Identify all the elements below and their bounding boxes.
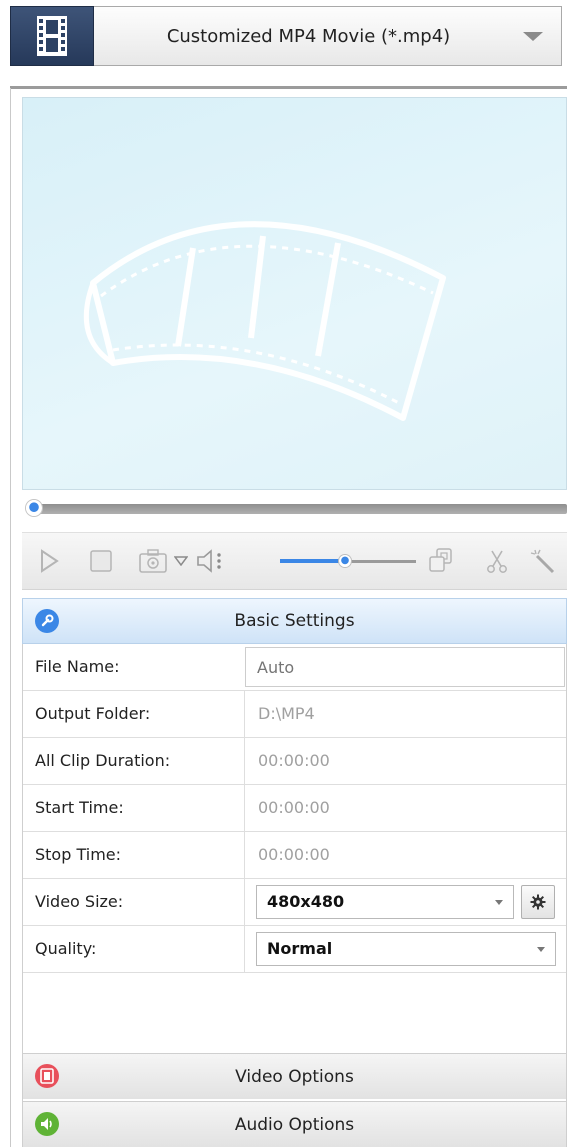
seek-handle[interactable]	[26, 500, 42, 516]
file-name-label: File Name:	[35, 657, 120, 676]
volume-handle[interactable]	[339, 555, 352, 567]
quality-row: Quality: Normal	[23, 926, 566, 973]
chevron-down-icon	[495, 900, 503, 905]
video-film-icon	[35, 1064, 59, 1088]
settings-panel: Basic Settings File Name: Output Folder:…	[22, 598, 567, 1147]
format-dropdown[interactable]: Customized MP4 Movie (*.mp4)	[94, 6, 562, 66]
volume-icon	[197, 549, 221, 573]
video-size-row: Video Size: 480x480	[23, 879, 566, 926]
seek-area	[22, 490, 567, 532]
stop-time-row: Stop Time: 00:00:00	[23, 832, 566, 879]
audio-speaker-icon	[35, 1112, 59, 1136]
dropdown-icon	[174, 556, 188, 566]
merge-icon	[429, 548, 452, 572]
effect-wand-icon	[530, 549, 555, 574]
play-icon	[41, 549, 59, 573]
gear-icon	[530, 894, 546, 910]
divider	[244, 832, 245, 878]
video-options-title: Video Options	[235, 1066, 354, 1087]
format-selector[interactable]: Customized MP4 Movie (*.mp4)	[10, 6, 562, 66]
divider	[244, 785, 245, 831]
stop-icon	[90, 550, 112, 572]
chevron-down-icon	[537, 947, 545, 952]
video-size-label: Video Size:	[35, 892, 124, 911]
video-size-value: 480x480	[267, 892, 345, 911]
stop-button[interactable]	[88, 547, 114, 575]
play-button[interactable]	[36, 547, 62, 575]
file-name-input[interactable]	[245, 647, 565, 687]
snapshot-button[interactable]	[136, 547, 170, 575]
divider	[244, 738, 245, 784]
divider	[244, 879, 245, 925]
chevron-down-icon[interactable]	[523, 31, 543, 41]
start-time-value[interactable]: 00:00:00	[258, 785, 330, 831]
output-folder-label: Output Folder:	[35, 704, 151, 723]
quality-dropdown[interactable]: Normal	[256, 932, 556, 966]
film-strip-watermark-icon	[83, 221, 446, 421]
seek-bar[interactable]	[30, 504, 567, 514]
divider	[10, 86, 567, 89]
basic-settings-title: Basic Settings	[234, 611, 355, 631]
cut-button[interactable]	[482, 547, 512, 575]
all-clip-duration-value: 00:00:00	[258, 751, 330, 770]
panel-border	[10, 88, 11, 1147]
video-preview	[22, 97, 567, 490]
quality-value: Normal	[267, 939, 333, 958]
output-folder-row: Output Folder: D:\MP4	[23, 691, 566, 738]
video-options-header[interactable]: Video Options	[23, 1053, 566, 1099]
wrench-icon	[35, 609, 59, 633]
volume-slider-fill	[280, 559, 346, 563]
stop-time-value[interactable]: 00:00:00	[258, 832, 330, 878]
video-size-dropdown[interactable]: 480x480	[256, 885, 514, 919]
film-icon[interactable]	[10, 6, 94, 66]
file-name-row: File Name:	[23, 644, 566, 691]
mute-button[interactable]	[194, 547, 230, 575]
start-time-row: Start Time: 00:00:00	[23, 785, 566, 832]
divider	[244, 926, 245, 972]
start-time-label: Start Time:	[35, 798, 124, 817]
divider	[244, 691, 245, 737]
stop-time-label: Stop Time:	[35, 845, 122, 864]
output-folder-value[interactable]: D:\MP4	[258, 691, 315, 737]
snapshot-options-button[interactable]	[172, 547, 190, 575]
all-clip-duration-row: All Clip Duration: 00:00:00	[23, 738, 566, 785]
cut-icon	[487, 550, 507, 573]
snapshot-icon	[139, 549, 167, 573]
playback-toolbar	[22, 532, 567, 590]
effect-button[interactable]	[528, 547, 558, 575]
audio-options-header[interactable]: Audio Options	[23, 1101, 566, 1147]
all-clip-duration-label: All Clip Duration:	[35, 751, 171, 770]
audio-options-title: Audio Options	[234, 1114, 355, 1135]
basic-settings-header[interactable]: Basic Settings	[22, 598, 567, 644]
quality-label: Quality:	[35, 939, 97, 958]
format-label: Customized MP4 Movie (*.mp4)	[166, 25, 451, 47]
video-size-settings-button[interactable]	[521, 885, 555, 919]
merge-button[interactable]	[426, 547, 456, 575]
